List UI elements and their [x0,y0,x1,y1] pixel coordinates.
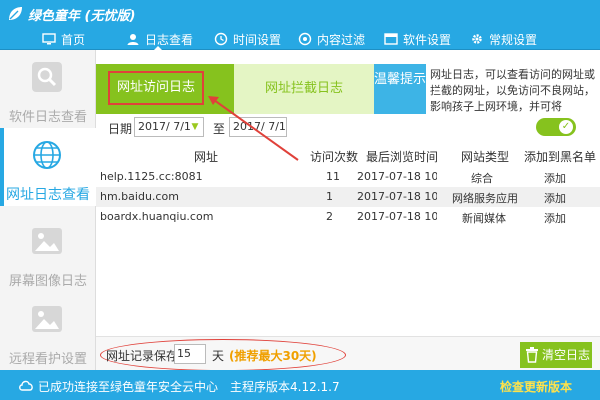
retention-days-value: 15 [177,347,191,360]
table-row[interactable]: hm.baidu.com 1 2017-07-18 10:... 网络服务应用 … [96,187,600,207]
cell-time: 2017-07-18 10:... [357,210,437,223]
retention-note: (推荐最大30天) [229,349,317,363]
nav-home[interactable]: 首页 [42,28,85,50]
cell-type: 网络服务应用 [452,192,518,205]
cell-url: help.1125.cc:8081 [100,170,203,183]
monitor-icon [42,33,56,45]
column-header-url: 网址 [194,150,219,164]
date-to-picker[interactable]: 2017/ 7/1 [229,117,287,137]
sidebar-item-label: 屏幕图像日志 [8,274,87,289]
cell-time: 2017-07-18 10:... [357,170,437,183]
column-header-site-type: 网站类型 [461,150,510,164]
sidebar-item-label: 远程看护设置 [8,352,87,367]
cloud-icon [19,380,33,391]
title-bar: 绿色童年 (无忧版) [0,0,600,28]
sidebar-item-label: 软件日志查看 [8,110,87,125]
sidebar-item-software-log[interactable]: 软件日志查看 [0,50,96,128]
log-toggle[interactable]: ✓ [536,118,576,136]
column-header-count: 访问次数 [310,150,359,164]
date-filter: 日期 2017/ 7/1 ▼ 至 2017/ 7/1 ✓ [96,114,600,142]
check-update-link[interactable]: 检查更新版本 [500,378,572,395]
nav-content-filter[interactable]: 内容过滤 [298,28,365,50]
date-label: 日期 [108,122,133,136]
cell-count: 2 [326,210,333,223]
clear-log-label: 清空日志 [542,348,591,362]
table-row[interactable]: boardx.huanqiu.com 2 2017-07-18 10:... 新… [96,207,600,227]
nav-software-settings-label: 软件设置 [403,32,452,47]
nav-general-settings-label: 常规设置 [489,32,538,47]
sidebar-item-screen-log[interactable]: 屏幕图像日志 [0,214,96,292]
nav-log-view[interactable]: 日志查看 [126,28,194,51]
column-header-blacklist: 添加到黑名单 [524,150,597,164]
image-icon [32,228,62,254]
chevron-down-icon: ▼ [191,122,199,132]
retention-unit: 天 [212,349,225,363]
cell-url: boardx.huanqiu.com [100,210,214,223]
filter-icon [298,32,312,46]
date-to-label: 至 [213,122,226,136]
app-logo-icon [9,7,22,20]
tip-label: 温馨提示 [374,64,426,114]
nav-content-filter-label: 内容过滤 [317,32,366,47]
cell-type: 新闻媒体 [462,212,506,225]
table-row[interactable]: help.1125.cc:8081 11 2017-07-18 10:... 综… [96,167,600,187]
sidebar-item-remote-care[interactable]: 远程看护设置 [0,292,96,370]
nav-time-settings-label: 时间设置 [233,32,282,47]
cell-count: 11 [326,170,340,183]
retention-days-select[interactable]: 15 [174,344,206,364]
image-icon [32,306,62,332]
gear-icon [472,34,482,44]
sidebar-item-url-log[interactable]: 网址日志查看 [0,128,96,206]
version-text: 主程序版本4.12.1.7 [230,380,340,394]
search-icon [32,62,62,92]
main-nav: 首页 日志查看 时间设置 内容过滤 软件设置 常规设置 [0,28,600,51]
add-to-blacklist-link[interactable]: 添加 [544,190,566,206]
retention-label: 网址记录保存 [106,349,179,363]
status-bar: 已成功连接至绿色童年安全云中心 主程序版本4.12.1.7 检查更新版本 [0,370,600,400]
tab-url-visit-log-label: 网址访问日志 [108,71,204,105]
globe-icon [33,141,61,169]
connection-status: 已成功连接至绿色童年安全云中心 [38,380,219,394]
tip-text: 网址日志，可以查看访问的网址或拦截的网址，以免访问不良网站，影响孩子上网环境，并… [426,64,600,114]
nav-home-label: 首页 [61,32,86,47]
tab-url-block-log[interactable]: 网址拦截日志 [234,64,374,114]
check-icon: ✓ [559,120,573,134]
cell-count: 1 [326,190,333,203]
date-from-value: 2017/ 7/1 [138,120,191,133]
trash-icon [526,347,538,363]
cell-type: 综合 [471,172,493,185]
nav-general-settings[interactable]: 常规设置 [470,28,537,50]
retention-bar: 网址记录保存 15 天 (推荐最大30天) 清空日志 [96,336,600,371]
date-to-value: 2017/ 7/1 [233,120,286,133]
column-header-last-visit: 最后浏览时间 [366,150,439,164]
add-to-blacklist-link[interactable]: 添加 [544,210,566,226]
cell-url: hm.baidu.com [100,190,179,203]
log-tabs: 网址访问日志 网址拦截日志 温馨提示 网址日志，可以查看访问的网址或拦截的网址，… [96,64,600,114]
tab-url-visit-log[interactable]: 网址访问日志 [96,64,234,114]
sidebar-item-label: 网址日志查看 [6,187,90,203]
add-to-blacklist-link[interactable]: 添加 [544,170,566,186]
date-from-picker[interactable]: 2017/ 7/1 ▼ [134,117,204,137]
clear-log-button[interactable]: 清空日志 [520,342,592,368]
table-header: 网址 访问次数 最后浏览时间 网站类型 添加到黑名单 [96,144,600,166]
nav-time-settings[interactable]: 时间设置 [214,28,281,50]
app-title: 绿色童年 (无忧版) [28,9,136,24]
nav-software-settings[interactable]: 软件设置 [384,28,451,50]
clock-icon [214,32,228,46]
software-icon [384,33,398,45]
cell-time: 2017-07-18 10:... [357,190,437,203]
sidebar: 软件日志查看 网址日志查看 屏幕图像日志 远程看护设置 [0,50,96,370]
user-icon [127,34,139,45]
nav-log-view-label: 日志查看 [145,32,194,47]
